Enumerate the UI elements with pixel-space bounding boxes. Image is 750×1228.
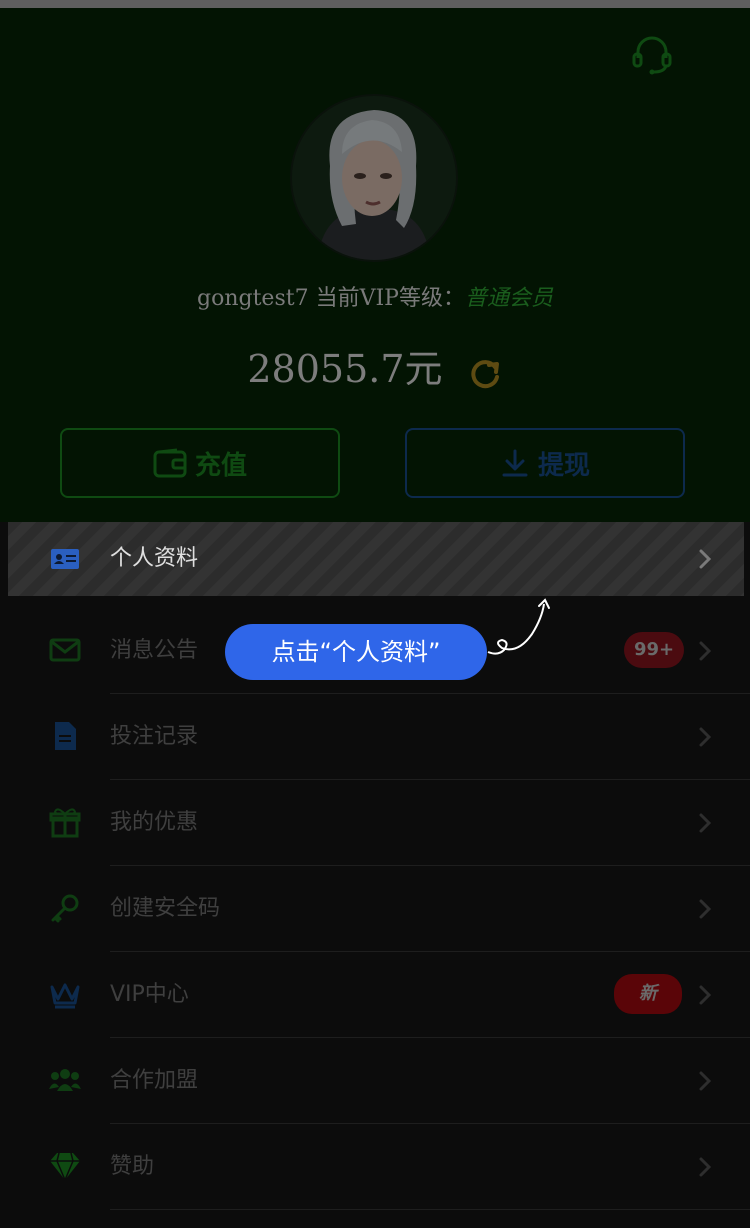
recharge-label: 充值 xyxy=(194,450,247,481)
menu-item-label: 消息公告 xyxy=(110,638,199,663)
menu-item-partnership[interactable]: 合作加盟 xyxy=(0,1038,750,1124)
menu-item-label: 个人资料 xyxy=(110,546,199,571)
menu-item-bet-records[interactable]: 投注记录 xyxy=(0,694,750,780)
menu-item-promotions[interactable]: 我的优惠 xyxy=(0,780,750,866)
balance-display: 28055.7元 xyxy=(0,338,750,393)
chevron-right-icon xyxy=(699,1157,712,1177)
new-badge: 新 xyxy=(614,974,682,1014)
chevron-right-icon xyxy=(699,549,712,569)
menu-item-label: 投注记录 xyxy=(110,724,199,749)
id-card-icon xyxy=(51,549,79,569)
profile-header: gongtest7 当前VIP等级：普通会员 28055.7元 充值 提现 xyxy=(0,8,750,522)
avatar[interactable] xyxy=(290,94,458,262)
crown-icon xyxy=(50,983,80,1009)
menu-item-sponsorship[interactable]: 赞助 xyxy=(0,1124,750,1210)
username: gongtest7 xyxy=(197,286,309,311)
chevron-right-icon xyxy=(699,899,712,919)
headset-icon[interactable] xyxy=(628,32,676,76)
refresh-icon[interactable] xyxy=(467,355,503,391)
unread-count-badge: 99+ xyxy=(624,632,685,668)
download-icon xyxy=(502,449,528,477)
chevron-right-icon xyxy=(699,813,712,833)
chevron-right-icon xyxy=(699,1071,712,1091)
gift-icon xyxy=(49,808,81,838)
menu-item-label: 创建安全码 xyxy=(110,896,221,921)
menu-item-label: VIP中心 xyxy=(110,982,189,1007)
chevron-right-icon xyxy=(699,985,712,1005)
vip-level-prefix: 当前VIP等级： xyxy=(315,286,465,311)
menu-item-profile[interactable]: 个人资料 xyxy=(8,522,744,596)
menu-item-label: 赞助 xyxy=(110,1154,155,1179)
avatar-portrait xyxy=(292,96,456,260)
recharge-button[interactable]: 充值 xyxy=(60,428,340,498)
chevron-right-icon xyxy=(699,641,712,661)
wallet-icon xyxy=(153,448,187,478)
guide-arrow-icon xyxy=(487,598,550,655)
document-icon xyxy=(55,722,76,750)
menu-item-label: 合作加盟 xyxy=(110,1068,199,1093)
status-bar xyxy=(0,0,750,8)
vip-level-value: 普通会员 xyxy=(464,286,553,311)
divider xyxy=(110,1209,750,1210)
balance-amount: 28055.7元 xyxy=(247,347,443,391)
chevron-right-icon xyxy=(699,727,712,747)
guide-tooltip: 点击“个人资料” xyxy=(225,624,487,680)
withdraw-label: 提现 xyxy=(537,450,590,481)
user-info-line: gongtest7 当前VIP等级：普通会员 xyxy=(0,280,750,312)
withdraw-button[interactable]: 提现 xyxy=(405,428,685,498)
menu-item-vip-center[interactable]: VIP中心 新 xyxy=(0,952,750,1038)
menu-item-label: 我的优惠 xyxy=(110,810,199,835)
menu-item-security-code[interactable]: 创建安全码 xyxy=(0,866,750,952)
key-icon xyxy=(51,894,79,923)
mail-icon xyxy=(49,638,81,662)
group-icon xyxy=(49,1069,81,1091)
diamond-icon xyxy=(50,1152,80,1182)
